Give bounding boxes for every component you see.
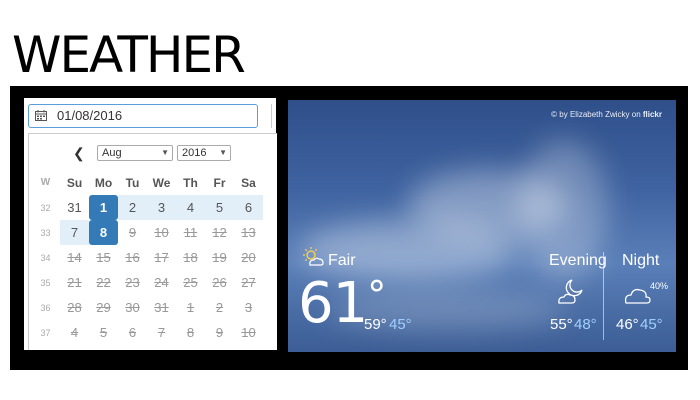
day-cell-disabled: 25 xyxy=(183,275,198,290)
cloud-icon xyxy=(624,288,651,304)
night-high: 46° xyxy=(616,316,639,333)
date-input[interactable] xyxy=(55,107,249,124)
night-low: 45° xyxy=(640,316,663,333)
calendar-popup: ❮ Aug ▼ 2016 ▼ W Su Mo Tu We Th Fr Sa 32… xyxy=(28,133,277,350)
day-cell-disabled: 21 xyxy=(67,275,82,290)
current-low: 45° xyxy=(389,316,412,333)
day-cell-disabled: 30 xyxy=(125,300,140,315)
week-row: 36 28 29 30 31 1 2 3 xyxy=(31,295,263,320)
page-title: WEATHER xyxy=(12,26,246,84)
week-row: 35 21 22 23 24 25 26 27 xyxy=(31,270,263,295)
day-cell-disabled: 16 xyxy=(125,250,140,265)
weekday-header: Fr xyxy=(213,175,226,190)
day-cell[interactable]: 4 xyxy=(176,195,205,220)
day-cell-disabled: 13 xyxy=(241,225,256,240)
night-precip-chance: 40% xyxy=(650,281,669,291)
day-cell-disabled: 12 xyxy=(212,225,227,240)
day-cell-disabled: 5 xyxy=(99,325,108,340)
day-cell[interactable]: 31 xyxy=(60,195,89,220)
year-select-value: 2016 xyxy=(182,147,207,159)
flickr-logo: flickr xyxy=(642,110,662,119)
night-label: Night xyxy=(622,252,660,269)
week-row: 33 7 8 9 10 11 12 13 xyxy=(31,220,263,245)
day-cell-disabled: 10 xyxy=(241,325,256,340)
weekday-header: We xyxy=(152,175,171,190)
day-cell[interactable]: 3 xyxy=(147,195,176,220)
week-number: 32 xyxy=(40,202,51,213)
day-cell[interactable]: 7 xyxy=(60,220,89,245)
day-cell-disabled: 22 xyxy=(96,275,111,290)
date-field[interactable] xyxy=(28,104,258,128)
chevron-down-icon: ▼ xyxy=(161,148,169,157)
day-cell-disabled: 7 xyxy=(157,325,166,340)
week-number: 34 xyxy=(40,252,51,263)
week-number: 36 xyxy=(40,302,51,313)
chevron-down-icon: ▼ xyxy=(219,148,227,157)
weekday-header: Sa xyxy=(241,175,256,190)
calendar-nav: ❮ Aug ▼ 2016 ▼ xyxy=(29,144,277,164)
month-select[interactable]: Aug ▼ xyxy=(97,145,173,161)
day-cell-disabled: 28 xyxy=(67,300,82,315)
week-row: 34 14 15 16 17 18 19 20 xyxy=(31,245,263,270)
day-cell-disabled: 1 xyxy=(186,300,195,315)
current-temp-value: 61 xyxy=(298,271,368,336)
year-select[interactable]: 2016 ▼ xyxy=(177,145,231,161)
day-cell-disabled: 11 xyxy=(183,225,198,240)
day-cell-selected[interactable]: 1 xyxy=(89,195,118,220)
day-cell-disabled: 24 xyxy=(154,275,169,290)
day-cell-disabled: 10 xyxy=(154,225,169,240)
week-row: 37 4 5 6 7 8 9 10 xyxy=(31,320,263,345)
day-cell-disabled: 23 xyxy=(125,275,140,290)
day-cell-disabled: 17 xyxy=(154,250,169,265)
day-cell-disabled: 9 xyxy=(215,325,224,340)
calendar-icon xyxy=(35,110,47,121)
weekday-header: Su xyxy=(66,175,83,190)
degree-symbol: ° xyxy=(367,273,386,317)
day-cell-disabled: 8 xyxy=(186,325,195,340)
day-cell-disabled: 27 xyxy=(241,275,256,290)
week-number: 33 xyxy=(40,227,51,238)
current-condition: Fair xyxy=(328,252,356,269)
weather-panel: © by Elizabeth Zwicky on flickr Fair 61°… xyxy=(288,100,676,352)
day-cell-disabled: 19 xyxy=(212,250,227,265)
day-cell-disabled: 31 xyxy=(154,300,169,315)
weekday-header: W xyxy=(40,177,51,188)
week-row: 32 31 1 2 3 4 5 6 xyxy=(31,195,263,220)
day-cell[interactable]: 2 xyxy=(118,195,147,220)
day-cell-disabled: 2 xyxy=(215,300,224,315)
day-cell-disabled: 6 xyxy=(128,325,137,340)
forecast-divider xyxy=(603,252,604,340)
day-cell-today[interactable]: 8 xyxy=(89,220,118,245)
day-cell-disabled: 3 xyxy=(244,300,253,315)
photo-credit-text: © by Elizabeth Zwicky on xyxy=(551,110,641,119)
day-cell-disabled: 9 xyxy=(128,225,137,240)
day-cell-disabled: 14 xyxy=(67,250,82,265)
weekday-header: Tu xyxy=(125,175,140,190)
day-cell[interactable]: 6 xyxy=(234,195,263,220)
evening-label: Evening xyxy=(549,252,607,269)
day-cell-disabled: 4 xyxy=(70,325,79,340)
photo-credit[interactable]: © by Elizabeth Zwicky on flickr xyxy=(551,110,662,119)
day-cell-disabled: 29 xyxy=(96,300,111,315)
evening-low: 48° xyxy=(574,316,597,333)
day-cell-disabled: 18 xyxy=(183,250,198,265)
datepicker: ❮ Aug ▼ 2016 ▼ W Su Mo Tu We Th Fr xyxy=(24,98,277,350)
weekday-header: Mo xyxy=(94,175,113,190)
calendar-grid: W Su Mo Tu We Th Fr Sa 32 31 1 2 3 4 5 6… xyxy=(31,170,263,345)
day-cell-disabled: 26 xyxy=(212,275,227,290)
evening-high: 55° xyxy=(550,316,573,333)
weekday-header-row: W Su Mo Tu We Th Fr Sa xyxy=(31,170,263,195)
day-cell-disabled: 15 xyxy=(96,250,111,265)
week-number: 37 xyxy=(40,327,51,338)
week-number: 35 xyxy=(40,277,51,288)
day-cell-disabled: 20 xyxy=(241,250,256,265)
weekday-header: Th xyxy=(183,175,198,190)
month-select-value: Aug xyxy=(102,147,122,159)
prev-month-chevron-icon[interactable]: ❮ xyxy=(73,145,85,162)
adjacent-field-edge xyxy=(271,104,277,128)
day-cell[interactable]: 5 xyxy=(205,195,234,220)
moon-cloud-icon xyxy=(558,279,583,304)
partly-sunny-icon xyxy=(303,247,324,266)
current-high: 59° xyxy=(364,316,387,333)
